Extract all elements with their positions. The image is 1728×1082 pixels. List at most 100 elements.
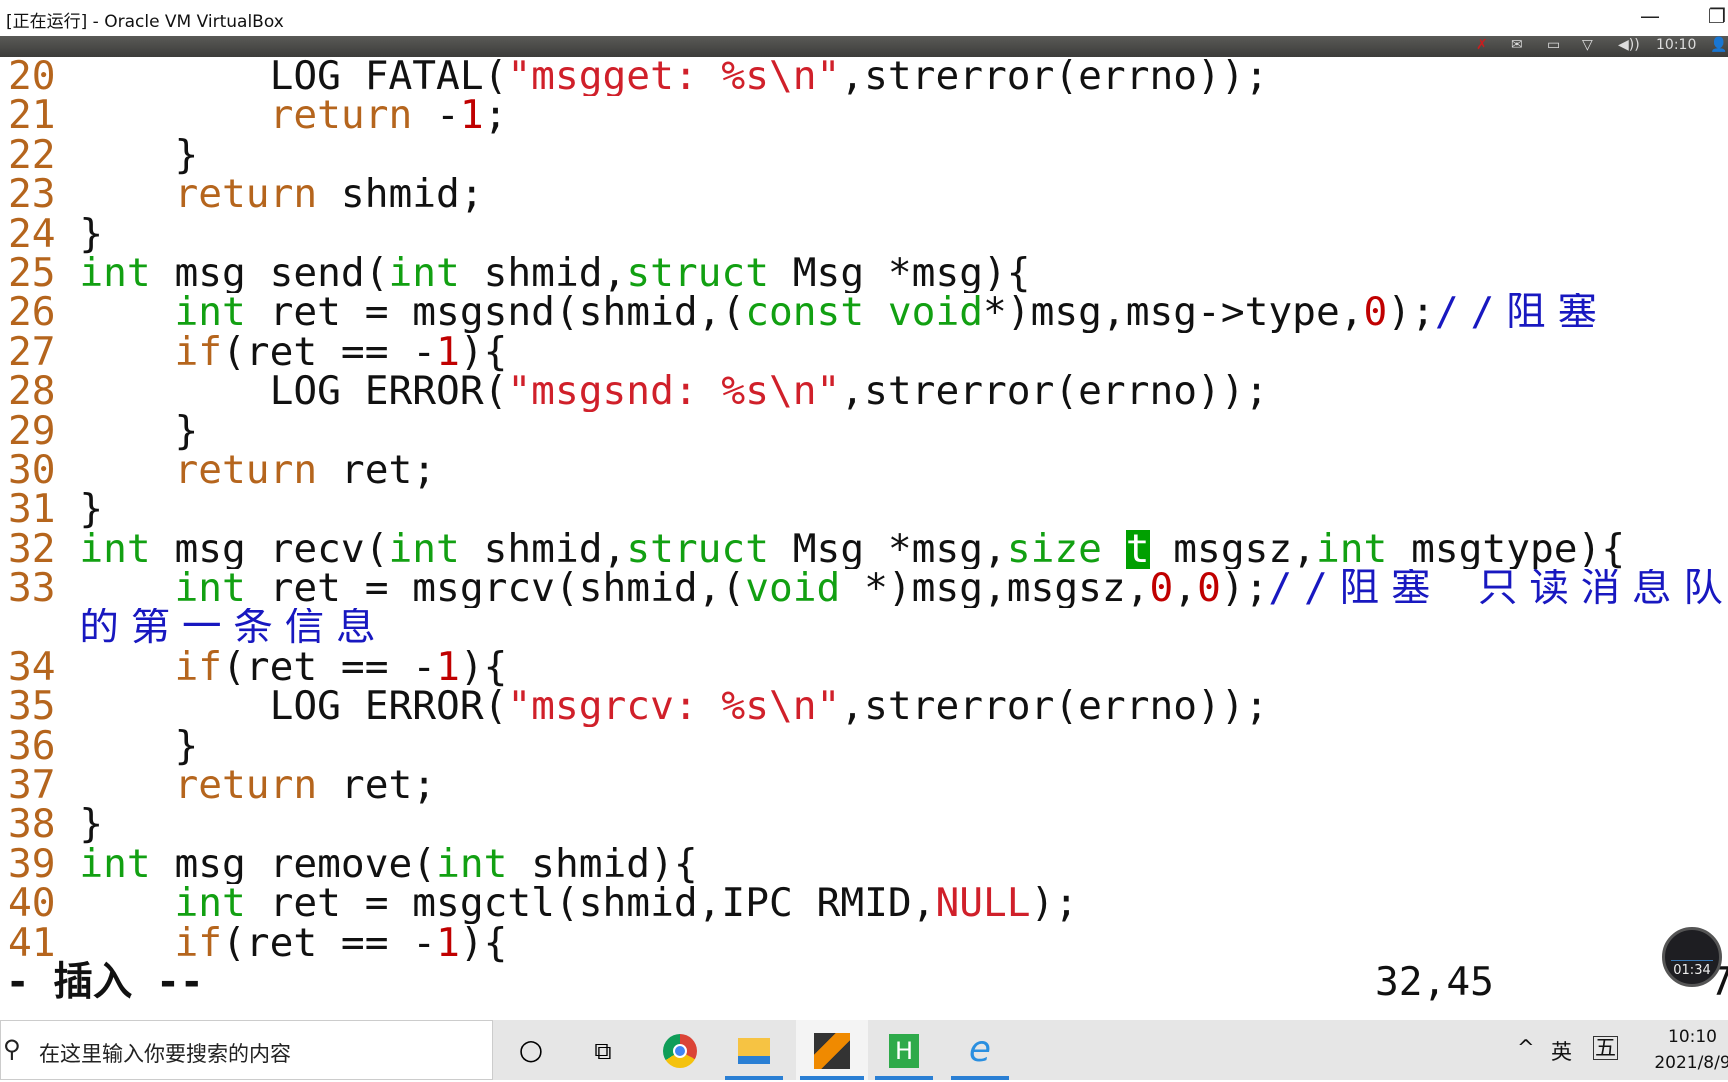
code-token: NULL bbox=[935, 884, 1031, 924]
guest-clock[interactable]: 10:10 bbox=[1656, 37, 1696, 53]
hbuilder-button[interactable]: H bbox=[871, 1020, 937, 1080]
line-number: 41 bbox=[8, 923, 80, 963]
code-token: struct bbox=[626, 529, 769, 570]
chrome-button[interactable] bbox=[647, 1020, 713, 1080]
volume-icon[interactable]: ◀)) bbox=[1618, 37, 1640, 53]
line-number: 33 bbox=[8, 569, 80, 609]
code-token: //阻塞 只读消息队列 bbox=[1268, 569, 1728, 609]
line-number: 24 bbox=[8, 214, 80, 254]
code-token: } bbox=[79, 214, 104, 254]
code-token: return bbox=[174, 450, 318, 491]
code-line[interactable]: 38 } bbox=[8, 805, 1728, 844]
code-token: int bbox=[79, 844, 151, 885]
battery-icon[interactable]: ▭ bbox=[1547, 37, 1560, 53]
taskbar-search-box[interactable]: ⚲ 在这里输入你要搜索的内容 bbox=[0, 1020, 493, 1080]
code-line[interactable]: 31 } bbox=[8, 490, 1728, 529]
code-token: int bbox=[436, 844, 508, 885]
code-line[interactable]: 20 LOG_FATAL("msgget: %s\n",strerror(err… bbox=[8, 57, 1728, 96]
code-token: 1 bbox=[436, 332, 460, 373]
code-token: Msg *msg, bbox=[769, 529, 1007, 570]
line-number bbox=[8, 608, 79, 647]
code-token: (ret == - bbox=[222, 647, 437, 688]
code-line[interactable]: 40 int ret = msgctl(shmid,IPC_RMID,NULL)… bbox=[8, 884, 1728, 923]
line-number: 26 bbox=[8, 293, 80, 333]
code-token: ,strerror(errno)); bbox=[840, 57, 1269, 97]
ime-language-indicator[interactable]: 英 bbox=[1551, 1036, 1572, 1066]
code-token: } bbox=[79, 726, 199, 767]
chrome-icon bbox=[663, 1034, 697, 1068]
code-token: , bbox=[1173, 569, 1198, 609]
vim-cursor-position: 32,45 bbox=[1375, 959, 1494, 1005]
code-token: if bbox=[174, 923, 223, 963]
code-line[interactable]: 25 int msg_send(int shmid,struct Msg *ms… bbox=[8, 254, 1728, 293]
code-token: size_ bbox=[1006, 529, 1126, 570]
line-number: 34 bbox=[8, 647, 80, 688]
line-number: 28 bbox=[8, 372, 80, 412]
virtualbox-button[interactable] bbox=[796, 1020, 868, 1080]
user-icon[interactable]: 👤 bbox=[1710, 37, 1727, 53]
code-token: LOG_ERROR( bbox=[79, 687, 508, 727]
code-token: if bbox=[174, 332, 223, 373]
file-explorer-button[interactable] bbox=[721, 1020, 787, 1080]
code-line[interactable]: 34 if(ret == -1){ bbox=[8, 648, 1728, 687]
code-line[interactable]: 35 LOG_ERROR("msgrcv: %s\n",strerror(err… bbox=[8, 687, 1728, 726]
code-token: } bbox=[79, 805, 104, 845]
code-line[interactable]: 26 int ret = msgsnd(shmid,(const void*)m… bbox=[8, 293, 1728, 332]
code-token: //阻塞 bbox=[1434, 293, 1609, 333]
network-error-icon[interactable]: ✗ bbox=[1476, 37, 1488, 53]
code-token: struct bbox=[626, 253, 769, 294]
code-line[interactable]: 22 } bbox=[8, 136, 1728, 175]
code-token: shmid){ bbox=[507, 844, 698, 885]
code-line[interactable]: 41 if(ret == -1){ bbox=[8, 924, 1728, 963]
task-view-button[interactable]: ⧉ bbox=[570, 1020, 636, 1080]
cortana-button[interactable]: ○ bbox=[498, 1020, 564, 1080]
tray-overflow-chevron[interactable]: ^ bbox=[1517, 1036, 1535, 1060]
vim-mode-indicator: -- 插入 -- bbox=[0, 959, 204, 1005]
code-line[interactable]: 30 return ret; bbox=[8, 451, 1728, 490]
code-line[interactable]: 21 return -1; bbox=[8, 96, 1728, 135]
code-token: msg_remove( bbox=[150, 844, 437, 885]
code-line[interactable]: 27 if(ret == -1){ bbox=[8, 333, 1728, 372]
ime-mode-indicator[interactable]: 五 bbox=[1593, 1036, 1618, 1060]
recording-timer[interactable]: 01:34 bbox=[1662, 927, 1722, 987]
code-token: 的第一条信息 bbox=[79, 608, 388, 648]
code-token: "msgsnd: %s\n" bbox=[507, 372, 841, 412]
code-token: ret = msgsnd(shmid,( bbox=[245, 293, 746, 333]
line-number: 22 bbox=[8, 135, 80, 176]
code-token: } bbox=[79, 490, 104, 530]
code-token: ,strerror(errno)); bbox=[840, 687, 1269, 727]
code-token: ); bbox=[1220, 569, 1269, 609]
code-line[interactable]: 37 return ret; bbox=[8, 766, 1728, 805]
code-token: ret; bbox=[317, 450, 437, 491]
code-line[interactable]: 32 int msg_recv(int shmid,struct Msg *ms… bbox=[8, 529, 1728, 570]
internet-explorer-button[interactable]: e bbox=[947, 1020, 1013, 1080]
code-token: void bbox=[745, 569, 841, 609]
taskbar-clock[interactable]: 10:10 2021/8/9 bbox=[1645, 1024, 1728, 1076]
minimize-button[interactable]: — bbox=[1640, 4, 1660, 28]
mail-icon[interactable]: ✉ bbox=[1511, 37, 1523, 53]
line-number: 25 bbox=[8, 253, 80, 294]
code-line[interactable]: 28 LOG_ERROR("msgsnd: %s\n",strerror(err… bbox=[8, 372, 1728, 411]
folder-icon bbox=[738, 1038, 770, 1064]
restore-button[interactable]: ❐ bbox=[1708, 4, 1726, 28]
internet-explorer-icon: e bbox=[968, 1029, 992, 1070]
code-line[interactable]: 24 } bbox=[8, 215, 1728, 254]
code-token: shmid, bbox=[459, 529, 627, 570]
code-line[interactable]: 的第一条信息 bbox=[8, 608, 1728, 647]
code-token: int bbox=[388, 529, 460, 570]
code-token: msg_recv( bbox=[150, 529, 389, 570]
code-line[interactable]: 36 } bbox=[8, 727, 1728, 766]
code-token: 0 bbox=[1363, 293, 1388, 333]
code-line[interactable]: 29 } bbox=[8, 412, 1728, 451]
line-number: 36 bbox=[8, 726, 80, 767]
code-token: return bbox=[174, 766, 318, 806]
code-line[interactable]: 33 int ret = msgrcv(shmid,(void *)msg,ms… bbox=[8, 569, 1728, 608]
code-line[interactable]: 39 int msg_remove(int shmid){ bbox=[8, 845, 1728, 884]
code-line[interactable]: 23 return shmid; bbox=[8, 175, 1728, 214]
vim-editor[interactable]: 20 LOG_FATAL("msgget: %s\n",strerror(err… bbox=[8, 57, 1728, 963]
hbuilder-icon: H bbox=[889, 1034, 919, 1068]
wifi-icon[interactable]: ▽ bbox=[1582, 37, 1593, 53]
